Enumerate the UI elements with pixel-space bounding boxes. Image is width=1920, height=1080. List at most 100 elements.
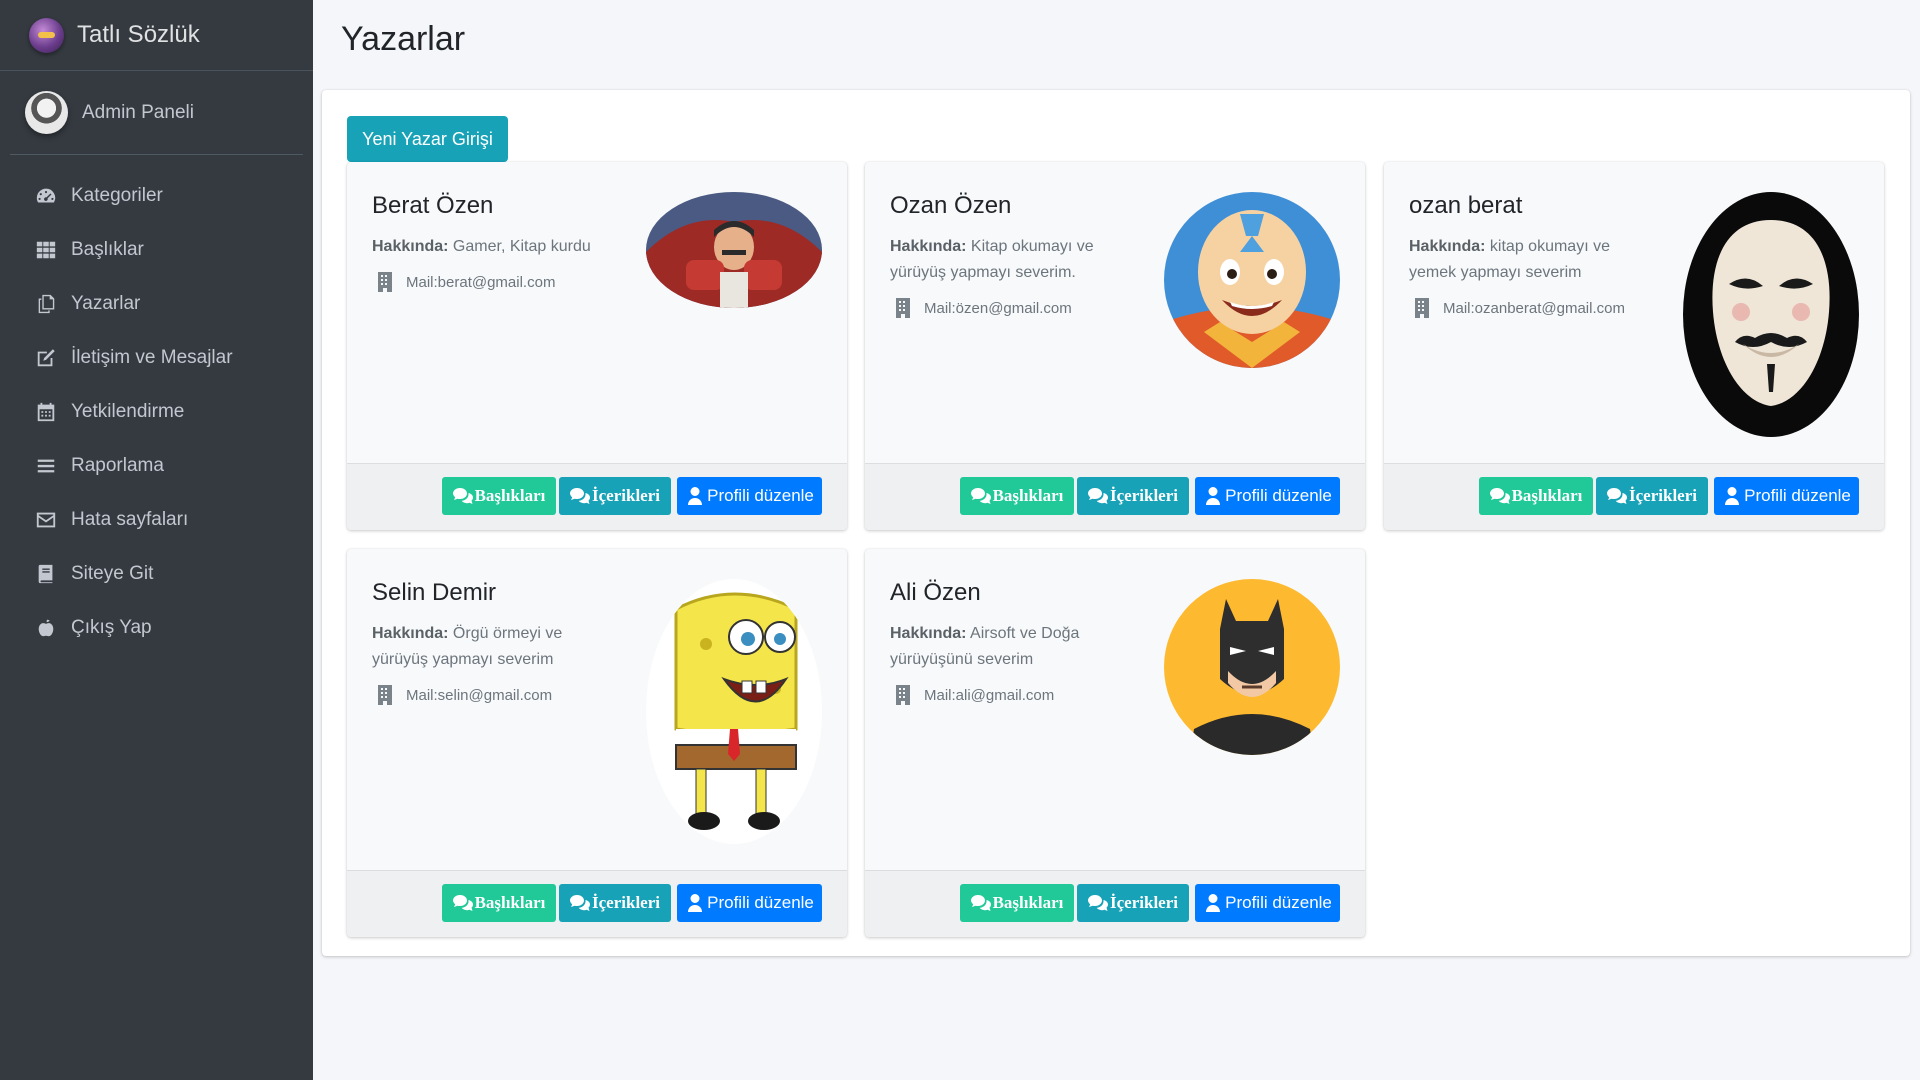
titles-button[interactable]: Başlıkları <box>442 884 556 922</box>
contents-button[interactable]: İçerikleri <box>1077 884 1189 922</box>
sidebar-item-label: Başlıklar <box>71 239 144 260</box>
author-card: Ali Özen Hakkında: Airsoft ve Doğa yürüy… <box>865 549 1365 937</box>
building-icon <box>896 298 910 318</box>
sidebar-item-kategoriler[interactable]: Kategoriler <box>0 169 313 223</box>
comments-icon <box>570 488 591 504</box>
author-about: Hakkında: Gamer, Kitap kurdu <box>372 234 612 260</box>
user-icon <box>1206 487 1221 505</box>
sidebar-item-label: Yetkilendirme <box>71 401 185 422</box>
author-about: Hakkında: Örgü örmeyi ve yürüyüş yapmayı… <box>372 621 612 673</box>
user-icon <box>1725 487 1740 505</box>
author-about: Hakkında: kitap okumayı ve yemek yapmayı… <box>1409 234 1649 286</box>
about-label: Hakkında: <box>372 625 449 642</box>
card-footer: Başlıkları İçerikleri Profili düzenle <box>1384 463 1884 530</box>
comments-icon <box>452 488 473 504</box>
envelope-icon <box>34 508 58 532</box>
sidebar-item-siteye-git[interactable]: Siteye Git <box>0 547 313 601</box>
sidebar-item-label: İletişim ve Mesajlar <box>71 347 233 368</box>
user-icon <box>688 487 703 505</box>
author-photo <box>1683 192 1859 437</box>
sidebar-item-yetkilendirme[interactable]: Yetkilendirme <box>0 385 313 439</box>
titles-button[interactable]: Başlıkları <box>1479 477 1593 515</box>
card-footer: Başlıkları İçerikleri Profili düzenle <box>865 463 1365 530</box>
sidebar-nav: Kategoriler Başlıklar Yazarlar İletişim … <box>0 155 313 655</box>
author-card: Ozan Özen Hakkında: Kitap okumayı ve yür… <box>865 162 1365 530</box>
calendar-icon <box>34 400 58 424</box>
building-icon <box>378 272 392 292</box>
brand-logo <box>29 17 64 53</box>
edit-profile-button[interactable]: Profili düzenle <box>677 477 822 515</box>
new-author-button[interactable]: Yeni Yazar Girişi <box>347 116 508 162</box>
sidebar-item-cikis-yap[interactable]: Çıkış Yap <box>0 601 313 655</box>
sidebar-item-hata-sayfalari[interactable]: Hata sayfaları <box>0 493 313 547</box>
bald-monk-boy-image <box>1164 192 1340 368</box>
edit-profile-button[interactable]: Profili düzenle <box>677 884 822 922</box>
contents-button[interactable]: İçerikleri <box>1077 477 1189 515</box>
sidebar-item-basliklar[interactable]: Başlıklar <box>0 223 313 277</box>
building-icon <box>896 685 910 705</box>
sidebar-item-label: Yazarlar <box>71 293 141 314</box>
edit-profile-button[interactable]: Profili düzenle <box>1195 477 1340 515</box>
about-label: Hakkında: <box>1409 238 1486 255</box>
mail-text: Mail:özen@gmail.com <box>924 299 1072 317</box>
bars-icon <box>34 454 58 478</box>
book-icon <box>34 562 58 586</box>
mail-text: Mail:ali@gmail.com <box>924 686 1055 704</box>
sidebar-item-label: Siteye Git <box>71 563 154 584</box>
sidebar-item-yazarlar[interactable]: Yazarlar <box>0 277 313 331</box>
author-photo <box>1164 192 1340 368</box>
comments-icon <box>970 895 991 911</box>
page-title: Yazarlar <box>341 20 466 58</box>
sidebar-item-iletisim[interactable]: İletişim ve Mesajlar <box>0 331 313 385</box>
about-label: Hakkında: <box>372 238 449 255</box>
comments-icon <box>970 488 991 504</box>
contents-button[interactable]: İçerikleri <box>559 477 671 515</box>
user-icon <box>1206 894 1221 912</box>
author-photo <box>646 579 822 844</box>
contents-button[interactable]: İçerikleri <box>1596 477 1708 515</box>
mail-text: Mail:ozanberat@gmail.com <box>1443 299 1625 317</box>
copy-icon <box>34 292 58 316</box>
user-icon <box>688 894 703 912</box>
comments-icon <box>570 895 591 911</box>
titles-button[interactable]: Başlıkları <box>442 477 556 515</box>
brand-link[interactable]: Tatlı Sözlük <box>0 0 313 71</box>
author-about: Hakkında: Airsoft ve Doğa yürüyüşünü sev… <box>890 621 1130 673</box>
about-text: Gamer, Kitap kurdu <box>452 238 591 255</box>
sidebar-item-label: Hata sayfaları <box>71 509 189 530</box>
bat-hero-image <box>1164 579 1340 755</box>
about-label: Hakkında: <box>890 625 967 642</box>
author-card: ozan berat Hakkında: kitap okumayı ve ye… <box>1384 162 1884 530</box>
card-footer: Başlıkları İçerikleri Profili düzenle <box>865 870 1365 937</box>
comments-icon <box>1088 895 1109 911</box>
comments-icon <box>1607 488 1628 504</box>
author-about: Hakkında: Kitap okumayı ve yürüyüş yapma… <box>890 234 1130 286</box>
apple-icon <box>34 616 58 640</box>
red-caped-hero-image <box>646 192 822 308</box>
user-name: Admin Paneli <box>82 101 194 123</box>
building-icon <box>1415 298 1429 318</box>
comments-icon <box>1489 488 1510 504</box>
titles-button[interactable]: Başlıkları <box>960 477 1074 515</box>
sidebar-item-label: Kategoriler <box>71 185 163 206</box>
edit-profile-button[interactable]: Profili düzenle <box>1714 477 1859 515</box>
author-card: Selin Demir Hakkında: Örgü örmeyi ve yür… <box>347 549 847 937</box>
contents-button[interactable]: İçerikleri <box>559 884 671 922</box>
grid-icon <box>34 238 58 262</box>
titles-button[interactable]: Başlıkları <box>960 884 1074 922</box>
mail-text: Mail:selin@gmail.com <box>406 686 553 704</box>
mail-text: Mail:berat@gmail.com <box>406 273 556 291</box>
comments-icon <box>452 895 473 911</box>
author-photo <box>1164 579 1340 755</box>
author-photo <box>646 192 822 308</box>
sidebar-item-label: Raporlama <box>71 455 164 476</box>
brand-name: Tatlı Sözlük <box>77 21 200 48</box>
edit-profile-button[interactable]: Profili düzenle <box>1195 884 1340 922</box>
user-panel[interactable]: Admin Paneli <box>10 71 303 155</box>
sidebar-item-label: Çıkış Yap <box>71 617 152 638</box>
avatar <box>25 91 68 134</box>
sidebar: Tatlı Sözlük Admin Paneli Kategoriler Ba… <box>0 0 313 1080</box>
edit-icon <box>34 346 58 370</box>
tachometer-icon <box>34 184 58 208</box>
sidebar-item-raporlama[interactable]: Raporlama <box>0 439 313 493</box>
